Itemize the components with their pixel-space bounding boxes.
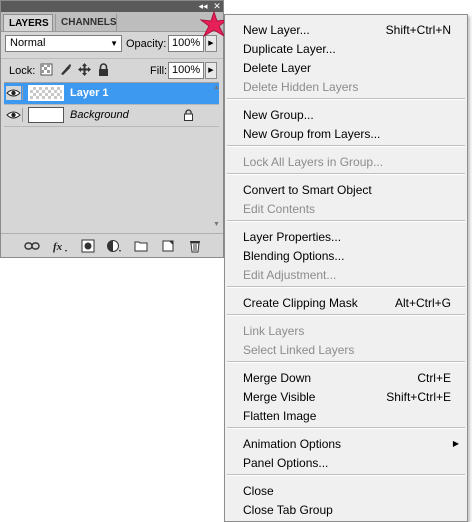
menu-item-label: Merge Visible (243, 390, 316, 404)
menu-item-close[interactable]: Close (225, 482, 467, 500)
layer-name: Background (70, 109, 129, 121)
opacity-field[interactable]: 100% (168, 35, 204, 52)
menu-item-edit-contents: Edit Contents (225, 200, 467, 218)
layers-panel: ◂◂ ✕ LAYERS CHANNELS Normal ▼ Opacity: 1… (0, 0, 224, 258)
panel-title-bar: ◂◂ ✕ (1, 1, 223, 12)
menu-item-new-group-from-layers[interactable]: New Group from Layers... (225, 125, 467, 143)
menu-item-label: Merge Down (243, 371, 312, 385)
menu-item-animation-options[interactable]: Animation Options ▶ (225, 435, 467, 453)
lock-all-icon[interactable] (97, 63, 110, 76)
menu-item-label: Edit Adjustment... (243, 268, 337, 282)
menu-item-duplicate-layer[interactable]: Duplicate Layer... (225, 40, 467, 58)
menu-item-shortcut: Ctrl+E (417, 371, 451, 385)
lock-image-pixels-icon[interactable] (59, 63, 72, 76)
menu-item-new-layer[interactable]: New Layer... Shift+Ctrl+N (225, 21, 467, 39)
layer-row-layer-1[interactable]: Layer 1 (4, 83, 219, 105)
layer-thumbnail (28, 85, 64, 101)
menu-item-label: Blending Options... (243, 249, 345, 263)
fill-field[interactable]: 100% (168, 62, 204, 79)
menu-separator (227, 474, 465, 476)
fx-layer-style-icon[interactable]: fx (52, 239, 68, 253)
lock-label: Lock: (9, 65, 36, 77)
menu-item-lock-all-layers-in-group: Lock All Layers in Group... (225, 153, 467, 171)
layer-mask-icon[interactable] (80, 239, 96, 253)
menu-item-create-clipping-mask[interactable]: Create Clipping Mask Alt+Ctrl+G (225, 294, 467, 312)
menu-item-label: Convert to Smart Object (243, 183, 372, 197)
panel-tab-strip: LAYERS CHANNELS (1, 12, 223, 32)
blend-opacity-row: Normal ▼ Opacity: 100% ▶ (1, 33, 223, 55)
menu-item-label: Duplicate Layer... (243, 42, 336, 56)
menu-separator (227, 220, 465, 222)
menu-item-delete-layer[interactable]: Delete Layer (225, 59, 467, 77)
menu-item-label: Lock All Layers in Group... (243, 155, 384, 169)
menu-item-label: Layer Properties... (243, 230, 342, 244)
svg-text:fx: fx (53, 241, 63, 253)
menu-item-label: Select Linked Layers (243, 343, 355, 357)
menu-item-shortcut: Alt+Ctrl+G (394, 296, 451, 310)
menu-item-edit-adjustment: Edit Adjustment... (225, 266, 467, 284)
menu-item-delete-hidden-layers: Delete Hidden Layers (225, 78, 467, 96)
visibility-eye-icon[interactable] (6, 86, 23, 100)
panel-footer-toolbar: fx (1, 233, 223, 258)
menu-item-merge-visible[interactable]: Merge Visible Shift+Ctrl+E (225, 388, 467, 406)
new-layer-icon[interactable] (160, 239, 176, 253)
menu-item-label: New Group... (243, 108, 314, 122)
tab-layers[interactable]: LAYERS (3, 14, 53, 31)
layer-name: Layer 1 (70, 87, 109, 99)
layer-list-scrollbar[interactable] (214, 83, 219, 228)
menu-separator (227, 314, 465, 316)
menu-item-label: Link Layers (243, 324, 305, 338)
menu-item-label: Close Tab Group (243, 503, 333, 517)
menu-item-shortcut: Shift+Ctrl+N (385, 23, 451, 37)
trash-icon[interactable] (187, 239, 203, 253)
menu-item-label: Delete Layer (243, 61, 312, 75)
menu-item-link-layers: Link Layers (225, 322, 467, 340)
layers-panel-flyout-menu: New Layer... Shift+Ctrl+N Duplicate Laye… (224, 14, 468, 522)
lock-position-icon[interactable] (78, 63, 91, 76)
menu-item-label: Panel Options... (243, 456, 329, 470)
menu-item-merge-down[interactable]: Merge Down Ctrl+E (225, 369, 467, 387)
menu-item-label: Flatten Image (243, 409, 317, 423)
menu-item-shortcut: Shift+Ctrl+E (386, 390, 451, 404)
menu-item-new-group[interactable]: New Group... (225, 106, 467, 124)
menu-item-close-tab-group[interactable]: Close Tab Group (225, 501, 467, 519)
lock-transparent-pixels-icon[interactable] (40, 63, 53, 76)
layer-list: Layer 1 Background (4, 82, 219, 228)
menu-separator (227, 427, 465, 429)
menu-item-label: Create Clipping Mask (243, 296, 358, 310)
menu-item-label: Close (243, 484, 274, 498)
menu-item-flatten-image[interactable]: Flatten Image (225, 407, 467, 425)
fill-slider-button[interactable]: ▶ (205, 62, 217, 79)
menu-item-blending-options[interactable]: Blending Options... (225, 247, 467, 265)
menu-item-panel-options[interactable]: Panel Options... (225, 454, 467, 472)
menu-separator (227, 286, 465, 288)
menu-separator (227, 98, 465, 100)
menu-item-label: New Group from Layers... (243, 127, 381, 141)
chevron-down-icon: ▼ (110, 39, 118, 48)
opacity-label: Opacity: (126, 38, 167, 50)
new-group-folder-icon[interactable] (133, 239, 149, 253)
blend-mode-select[interactable]: Normal ▼ (5, 35, 122, 52)
fill-label: Fill: (150, 65, 168, 77)
submenu-arrow-icon: ▶ (452, 439, 459, 448)
layer-row-background[interactable]: Background (4, 105, 219, 127)
menu-item-label: Edit Contents (243, 202, 316, 216)
lock-fill-row: Lock: Fill: 100% ▶ (1, 58, 223, 81)
link-layers-icon[interactable] (24, 239, 40, 253)
visibility-eye-icon[interactable] (6, 108, 23, 122)
layer-locked-icon (184, 109, 193, 121)
tab-channels[interactable]: CHANNELS (55, 14, 117, 31)
menu-separator (227, 361, 465, 363)
menu-item-label: Delete Hidden Layers (243, 80, 359, 94)
menu-separator (227, 173, 465, 175)
menu-item-convert-to-smart-object[interactable]: Convert to Smart Object (225, 181, 467, 199)
layer-thumbnail (28, 107, 64, 123)
menu-item-layer-properties[interactable]: Layer Properties... (225, 228, 467, 246)
adjustment-layer-icon[interactable] (106, 239, 122, 253)
blend-mode-value: Normal (10, 37, 46, 49)
menu-item-select-linked-layers: Select Linked Layers (225, 341, 467, 359)
menu-item-label: New Layer... (243, 23, 310, 37)
menu-item-label: Animation Options (243, 437, 342, 451)
menu-separator (227, 145, 465, 147)
